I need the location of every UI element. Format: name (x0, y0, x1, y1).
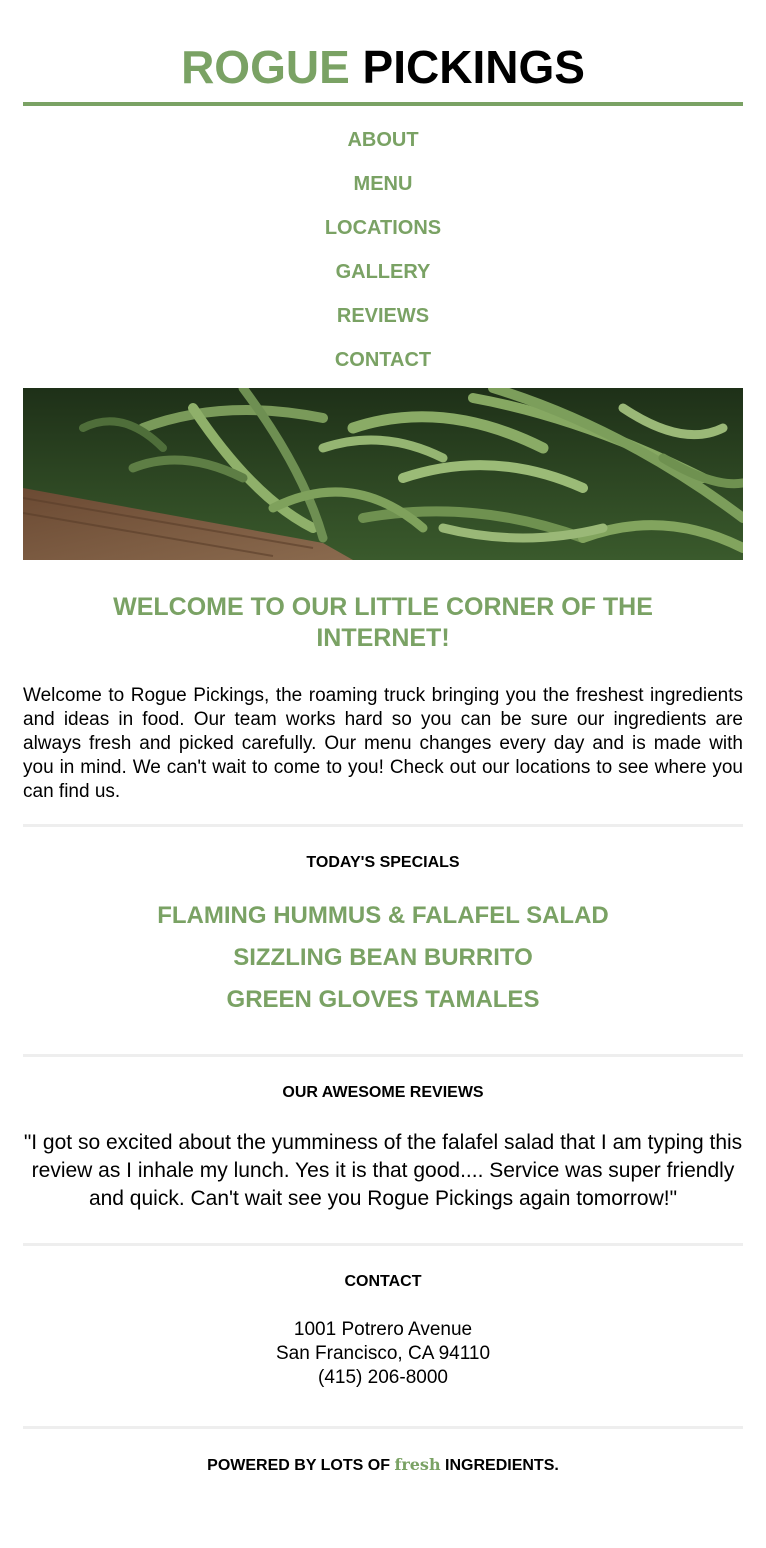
footer-text: POWERED BY LOTS OF fresh INGREDIENTS. (23, 1455, 743, 1475)
address-line-2: San Francisco, CA 94110 (275, 1343, 491, 1364)
specials-list: FLAMING HUMMUS & FALAFEL SALAD SIZZLING … (23, 895, 743, 1021)
section-divider (23, 1426, 743, 1429)
footer-after: INGREDIENTS. (445, 1457, 559, 1474)
nav-link-reviews[interactable]: REVIEWS (23, 294, 743, 338)
hero-image-green-beans (23, 388, 743, 560)
footer-fresh: fresh (394, 1455, 441, 1474)
special-item: GREEN GLOVES TAMALES (226, 986, 540, 1013)
review-quote: "I got so excited about the yumminess of… (23, 1131, 743, 1210)
nav-link-gallery[interactable]: GALLERY (23, 250, 743, 294)
welcome-heading: WELCOME TO OUR LITTLE CORNER OF THE INTE… (113, 593, 653, 652)
section-divider (23, 1243, 743, 1246)
reviews-title: OUR AWESOME REVIEWS (282, 1084, 484, 1101)
special-item: SIZZLING BEAN BURRITO (233, 944, 533, 971)
main-nav: ABOUT MENU LOCATIONS GALLERY REVIEWS CON… (23, 118, 743, 382)
header-divider (23, 102, 743, 106)
nav-link-locations[interactable]: LOCATIONS (23, 206, 743, 250)
phone-number[interactable]: (415) 206-8000 (23, 1366, 743, 1390)
special-item: FLAMING HUMMUS & FALAFEL SALAD (157, 902, 609, 929)
nav-link-contact[interactable]: CONTACT (23, 338, 743, 382)
section-divider (23, 824, 743, 827)
logo-word-rogue: ROGUE (181, 41, 350, 93)
address-line-1: 1001 Potrero Avenue (293, 1319, 473, 1340)
nav-link-about[interactable]: ABOUT (23, 118, 743, 162)
section-divider (23, 1054, 743, 1057)
nav-link-menu[interactable]: MENU (23, 162, 743, 206)
contact-details: 1001 Potrero Avenue San Francisco, CA 94… (23, 1318, 743, 1390)
logo-word-pickings: PICKINGS (362, 41, 585, 93)
site-logo[interactable]: ROGUE PICKINGS (23, 0, 743, 94)
specials-title: TODAY'S SPECIALS (306, 854, 460, 871)
contact-title: CONTACT (344, 1273, 422, 1290)
footer-before: POWERED BY LOTS OF (207, 1457, 390, 1474)
page: ROGUE PICKINGS ABOUT MENU LOCATIONS GALL… (23, 0, 743, 1475)
green-beans-illustration (23, 388, 743, 560)
welcome-text: Welcome to Rogue Pickings, the roaming t… (23, 685, 743, 802)
